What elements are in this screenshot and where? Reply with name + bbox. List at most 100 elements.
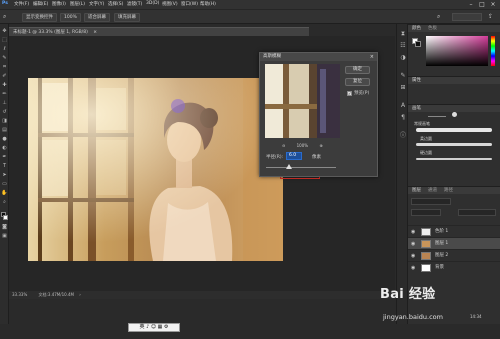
workspace-select[interactable] [452,13,482,21]
tab-properties[interactable]: 属性 [412,77,421,85]
lasso-tool-icon[interactable]: ℓ [1,46,8,52]
eyedropper-tool-icon[interactable]: ✐ [1,73,8,79]
radius-input[interactable]: 6.0 [286,152,302,160]
tab-layers[interactable]: 图层 [412,187,421,195]
layer-row-background[interactable]: ◉ 背景 [408,261,500,273]
eraser-tool-icon[interactable]: ◨ [1,118,8,124]
brush-preset-0[interactable]: 常规画笔 [414,121,430,127]
tab-brushes[interactable]: 画笔 [412,105,421,113]
dodge-tool-icon[interactable]: ◐ [1,145,8,151]
menu-file[interactable]: 文件(F) [14,1,29,7]
document-tab[interactable]: 未标题-1 @ 33.3% (图层 1, RGB/8) × [9,27,309,36]
screen-mode-icon[interactable]: ▣ [1,233,8,239]
blur-tool-icon[interactable]: ● [1,136,8,142]
preview-checkbox[interactable]: ✓ [347,91,352,96]
ime-toolbar[interactable]: 英 ♪ ☺ ▦ ⚙ [128,323,180,332]
paragraph-icon[interactable]: ¶ [399,114,407,122]
menu-window[interactable]: 窗口(W) [181,1,198,7]
search-icon[interactable]: ⌕ [437,13,440,21]
brush-stroke-1[interactable] [416,128,492,132]
layer-row-layer2[interactable]: ◉ 图层 2 [408,249,500,261]
ok-button[interactable]: 确定 [345,66,370,74]
share-icon[interactable]: ⇪ [488,13,493,20]
brush-stroke-2[interactable] [416,143,492,146]
minimize-icon[interactable]: – [466,0,476,9]
blend-mode-select[interactable] [411,209,441,216]
menu-layer[interactable]: 图层(L) [70,1,85,7]
brush-preset-1[interactable]: 柔边圆 [420,136,432,142]
visibility-eye-icon[interactable]: ◉ [411,265,417,271]
pen-tool-icon[interactable]: ✒ [1,154,8,160]
quick-select-tool-icon[interactable]: ✎ [1,55,8,61]
tab-paths[interactable]: 路径 [444,187,453,195]
blur-preview[interactable] [265,64,340,138]
quick-mask-icon[interactable]: ◙ [1,224,8,230]
close-window-icon[interactable]: × [488,0,498,9]
radius-slider-thumb[interactable] [286,164,292,169]
brush-preset-2[interactable]: 硬边圆 [420,150,432,156]
clone-source-icon[interactable]: ⊞ [399,84,407,92]
move-tool-icon[interactable]: ✥ [1,28,8,34]
tab-channels[interactable]: 通道 [428,187,437,195]
crop-tool-icon[interactable]: ⌗ [1,64,8,70]
menu-select[interactable]: 选择(S) [108,1,123,7]
opacity-field[interactable] [458,209,496,216]
hue-slider[interactable] [491,36,495,66]
zoom-tool-icon[interactable]: ⌕ [1,199,8,205]
brush-settings-icon[interactable]: ✎ [399,72,407,80]
type-tool-icon[interactable]: T [1,163,8,169]
menu-help[interactable]: 帮助(H) [200,1,216,7]
zoom-out-icon[interactable]: ⊖ [282,143,285,148]
stamp-tool-icon[interactable]: ⊥ [1,100,8,106]
fit-screen-button[interactable]: 适合屏幕 [84,13,110,22]
color-picker-field[interactable] [426,36,488,66]
tab-swatches[interactable]: 色板 [428,25,437,33]
show-transform-controls-checkbox[interactable]: 显示变换控件 [22,13,57,22]
info-icon[interactable]: ⓘ [399,132,407,140]
maximize-icon[interactable]: □ [477,0,487,9]
reset-button[interactable]: 复位 [345,78,370,86]
character-icon[interactable]: A [399,102,407,110]
tab-color[interactable]: 颜色 [412,25,421,33]
history-brush-tool-icon[interactable]: ↺ [1,109,8,115]
history-icon[interactable]: ⧗ [399,30,407,38]
status-arrow-icon[interactable]: › [79,292,81,297]
gradient-tool-icon[interactable]: ▤ [1,127,8,133]
layer-name: 图层 2 [435,253,449,258]
zoom-value-field[interactable]: 100% [60,13,81,22]
marquee-tool-icon[interactable]: ⬚ [1,37,8,43]
layer-row-levels[interactable]: ◉ 色阶 1 [408,225,500,237]
layer-filter-select[interactable] [411,198,451,205]
layer-row-layer1[interactable]: ◉ 图层 1 [408,237,500,249]
zoom-tool-icon[interactable]: ⌕ [3,13,6,21]
adjustments-icon[interactable]: ◑ [399,54,407,62]
visibility-eye-icon[interactable]: ◉ [411,253,417,259]
path-select-tool-icon[interactable]: ➤ [1,172,8,178]
visibility-eye-icon[interactable]: ◉ [411,241,417,247]
menu-filter[interactable]: 滤镜(T) [127,1,142,7]
visibility-eye-icon[interactable]: ◉ [411,229,417,235]
brush-stroke-3[interactable] [416,158,492,160]
document-canvas[interactable] [28,78,283,261]
menu-edit[interactable]: 编辑(E) [33,1,48,7]
fill-screen-button[interactable]: 填充屏幕 [114,13,140,22]
brush-size-slider[interactable] [428,116,446,117]
background-color-swatch[interactable] [3,215,8,220]
shape-tool-icon[interactable]: ▭ [1,181,8,187]
menu-3d[interactable]: 3D(D) [146,1,159,6]
properties-icon[interactable]: ☷ [399,42,407,50]
photoshop-logo-icon[interactable]: Ps [2,1,8,6]
layer-thumbnail [421,264,431,272]
menu-view[interactable]: 视图(V) [162,1,178,7]
healing-tool-icon[interactable]: ✚ [1,82,8,88]
brush-tool-icon[interactable]: ✏ [1,91,8,97]
close-document-icon[interactable]: × [93,30,97,35]
radius-slider-track[interactable] [266,167,336,168]
bg-color-chip[interactable] [415,41,421,47]
dialog-close-icon[interactable]: × [370,53,374,61]
hand-tool-icon[interactable]: ✋ [1,190,8,196]
menu-type[interactable]: 文字(Y) [89,1,104,7]
zoom-in-icon[interactable]: ⊕ [319,143,322,148]
menu-image[interactable]: 图像(I) [52,1,66,7]
status-zoom[interactable]: 33.33% [12,292,27,297]
